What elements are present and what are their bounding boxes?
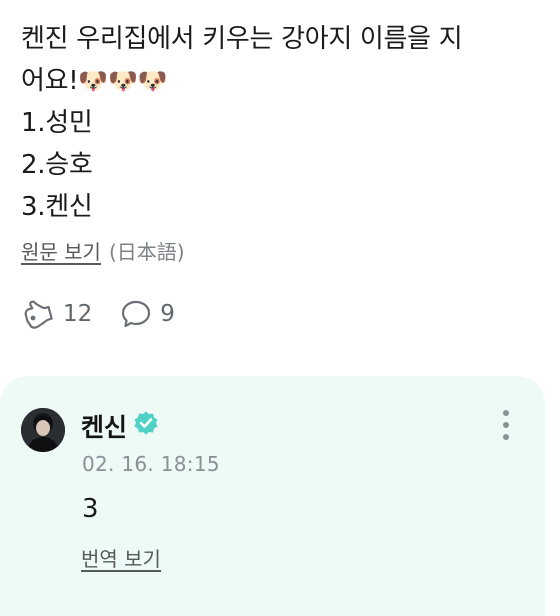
translate-link[interactable]: 번역 보기 <box>81 543 161 572</box>
view-original-link[interactable]: 원문 보기 <box>21 238 101 266</box>
post-line-3: 1.성민 <box>21 108 93 138</box>
like-icon <box>21 298 55 330</box>
comment-author[interactable]: 켄신 <box>81 408 159 444</box>
verified-badge-icon <box>133 410 159 442</box>
speech-bubble-icon <box>120 299 152 329</box>
comment-timestamp: 02. 16. 18:15 <box>82 452 220 476</box>
comment-button[interactable]: 9 <box>120 299 175 329</box>
like-button[interactable]: 12 <box>21 298 92 330</box>
author-name: 켄신 <box>81 413 128 442</box>
language-tag: (日本語) <box>108 240 185 264</box>
comment-text: 3 <box>82 494 99 524</box>
like-count: 12 <box>63 301 93 327</box>
avatar[interactable] <box>21 408 65 452</box>
post: 켄진 우리집에서 키우는 강아지 이름을 지 어요!🐶🐶🐶 1.성민 2.승호 … <box>21 18 541 330</box>
post-actions: 12 9 <box>21 298 541 330</box>
post-line-5: 3.켄신 <box>21 192 93 222</box>
post-translate-row: 원문 보기 (日本語) <box>21 238 541 266</box>
more-options-button[interactable] <box>494 408 518 444</box>
comment-count: 9 <box>160 301 175 327</box>
vertical-dots-icon <box>494 410 518 448</box>
puppy-emoji: 🐶🐶🐶 <box>78 67 168 95</box>
post-body: 켄진 우리집에서 키우는 강아지 이름을 지 어요!🐶🐶🐶 1.성민 2.승호 … <box>21 18 541 228</box>
post-line-2: 어요! <box>21 66 79 96</box>
post-line-4: 2.승호 <box>21 150 93 180</box>
post-line-1: 켄진 우리집에서 키우는 강아지 이름을 지 <box>21 24 463 54</box>
